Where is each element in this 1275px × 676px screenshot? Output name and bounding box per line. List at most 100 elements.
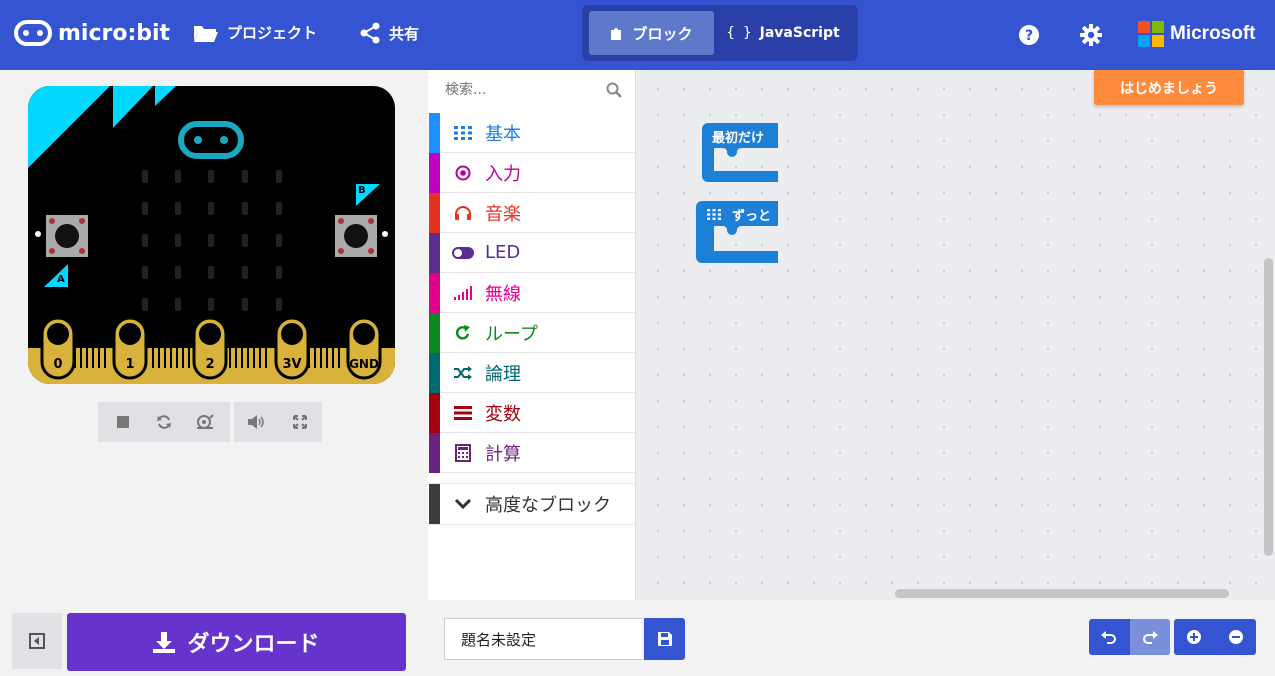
category-advanced[interactable]: 高度なブロック bbox=[429, 483, 635, 525]
simulator-extra-controls bbox=[234, 402, 322, 442]
expand-icon bbox=[293, 415, 307, 429]
settings-button[interactable] bbox=[1079, 23, 1103, 51]
toolbox-search bbox=[429, 70, 635, 110]
share-button[interactable]: 共有 bbox=[359, 22, 419, 44]
refresh-icon bbox=[452, 324, 474, 341]
category-math[interactable]: 計算 bbox=[429, 432, 635, 473]
category-led[interactable]: LED bbox=[429, 232, 635, 273]
zoom-in-button[interactable] bbox=[1174, 619, 1214, 655]
calculator-icon bbox=[452, 443, 474, 462]
category-label: LED bbox=[485, 242, 521, 263]
vertical-scrollbar[interactable] bbox=[1264, 258, 1273, 556]
category-music[interactable]: 音楽 bbox=[429, 192, 635, 233]
puzzle-icon bbox=[611, 28, 622, 40]
microsoft-logo-icon bbox=[1138, 21, 1164, 47]
download-label: ダウンロード bbox=[187, 632, 320, 657]
category-color-bar bbox=[429, 484, 440, 524]
shuffle-icon bbox=[452, 365, 474, 380]
zoom-out-button[interactable] bbox=[1216, 619, 1256, 655]
button-b-label: B bbox=[358, 185, 366, 196]
save-icon bbox=[657, 632, 672, 646]
search-icon[interactable] bbox=[606, 82, 622, 98]
stop-icon bbox=[116, 416, 129, 428]
redo-icon bbox=[1143, 631, 1158, 644]
redo-button[interactable] bbox=[1130, 619, 1170, 655]
category-color-bar bbox=[429, 192, 440, 233]
category-variables[interactable]: 変数 bbox=[429, 392, 635, 433]
fullscreen-button[interactable] bbox=[282, 404, 318, 440]
category-label: 音楽 bbox=[485, 203, 521, 225]
category-label: 入力 bbox=[485, 163, 521, 185]
microsoft-brand[interactable]: Microsoft bbox=[1138, 21, 1256, 47]
category-color-bar bbox=[429, 432, 440, 473]
category-radio[interactable]: 無線 bbox=[429, 272, 635, 313]
mute-button[interactable] bbox=[238, 404, 274, 440]
category-label: 高度なブロック bbox=[485, 495, 611, 516]
category-basic[interactable]: 基本 bbox=[429, 112, 635, 153]
toggle-icon bbox=[452, 246, 474, 259]
projects-label: プロジェクト bbox=[227, 24, 318, 42]
board-graphic bbox=[28, 86, 395, 384]
block-on-start[interactable]: 最初だけ bbox=[702, 123, 780, 183]
collapse-left-icon bbox=[29, 633, 45, 649]
category-input[interactable]: 入力 bbox=[429, 152, 635, 193]
project-name-input[interactable] bbox=[444, 618, 642, 660]
restart-button[interactable] bbox=[146, 404, 182, 440]
getting-started-button[interactable]: はじめましょう bbox=[1094, 70, 1244, 105]
signal-icon bbox=[452, 285, 474, 300]
category-label: 論理 bbox=[485, 363, 521, 385]
stop-button[interactable] bbox=[105, 404, 141, 440]
javascript-mode-tab[interactable]: { } JavaScript bbox=[718, 11, 848, 55]
pin-3v-label: 3V bbox=[282, 357, 302, 372]
category-loops[interactable]: ループ bbox=[429, 312, 635, 353]
undo-button[interactable] bbox=[1089, 619, 1129, 655]
collapse-simulator-button[interactable] bbox=[12, 613, 62, 669]
microbit-logo[interactable]: micro:bit bbox=[14, 20, 170, 46]
download-icon bbox=[153, 632, 176, 653]
refresh-icon bbox=[156, 415, 171, 429]
chevron-down-icon bbox=[452, 499, 474, 509]
download-button[interactable]: ダウンロード bbox=[67, 613, 406, 671]
category-color-bar bbox=[429, 312, 440, 353]
braces-icon: { } bbox=[726, 25, 752, 41]
pin-2-label: 2 bbox=[205, 357, 215, 372]
lines-icon bbox=[452, 405, 474, 420]
category-label: 無線 bbox=[485, 283, 521, 305]
blocks-mode-tab[interactable]: ブロック bbox=[589, 11, 714, 55]
svg-text:?: ? bbox=[1025, 28, 1033, 44]
button-a-label: A bbox=[57, 274, 65, 285]
category-label: 変数 bbox=[485, 403, 521, 425]
projects-button[interactable]: プロジェクト bbox=[193, 22, 317, 43]
category-color-bar bbox=[429, 152, 440, 193]
save-button[interactable] bbox=[644, 618, 685, 660]
snail-icon bbox=[197, 414, 215, 429]
category-label: 基本 bbox=[485, 123, 521, 145]
javascript-mode-label: JavaScript bbox=[759, 25, 840, 41]
microbit-board[interactable]: A B 0 1 2 3V GND bbox=[28, 86, 395, 384]
zoom-in-icon bbox=[1187, 630, 1201, 644]
category-color-bar bbox=[429, 392, 440, 433]
horizontal-scrollbar[interactable] bbox=[895, 589, 1229, 598]
target-icon bbox=[452, 165, 474, 181]
undo-redo-group bbox=[1089, 619, 1170, 655]
microbit-logo-icon bbox=[14, 20, 52, 46]
category-logic[interactable]: 論理 bbox=[429, 352, 635, 393]
grid-icon bbox=[707, 209, 721, 220]
pin-0-label: 0 bbox=[53, 357, 63, 372]
category-label: 計算 bbox=[485, 443, 521, 465]
folder-icon bbox=[194, 25, 218, 42]
getting-started-label: はじめましょう bbox=[1120, 80, 1218, 97]
help-button[interactable]: ? bbox=[1018, 24, 1040, 50]
speaker-icon bbox=[248, 415, 264, 429]
category-color-bar bbox=[429, 272, 440, 313]
zoom-group bbox=[1174, 619, 1256, 655]
search-input[interactable] bbox=[429, 70, 617, 110]
block-forever[interactable]: ずっと bbox=[696, 201, 780, 263]
undo-icon bbox=[1101, 631, 1116, 644]
gear-icon bbox=[1080, 24, 1102, 46]
microsoft-label: Microsoft bbox=[1170, 23, 1256, 44]
share-icon bbox=[360, 22, 380, 44]
pin-gnd-label: GND bbox=[349, 357, 379, 371]
logo-text: micro:bit bbox=[58, 20, 171, 46]
slow-mode-button[interactable] bbox=[187, 404, 223, 440]
